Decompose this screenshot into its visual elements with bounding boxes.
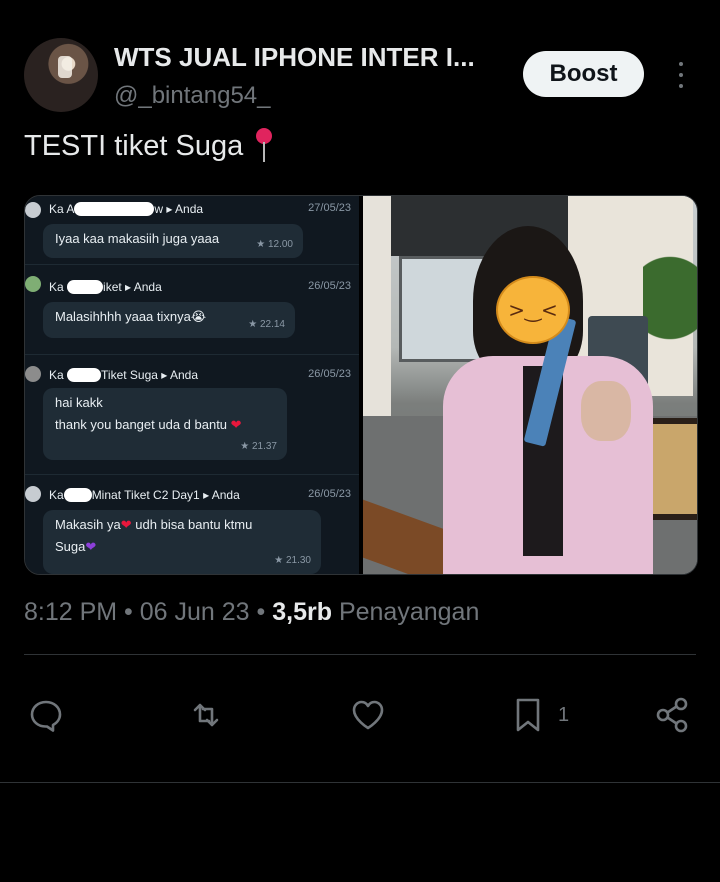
- red-heart-icon: ❤: [230, 417, 242, 432]
- tweet-meta: 8:12 PM • 06 Jun 23 • 3,5rb Penayangan: [24, 598, 479, 627]
- chat-item: Ka A w ▸ Anda 27/05/23 Iyaa kaa makasiih …: [25, 196, 359, 264]
- more-options-icon[interactable]: [674, 62, 688, 88]
- tweet-header: WTS JUAL IPHONE INTER I... @_bintang54_ …: [24, 38, 704, 114]
- chat-avatar: [25, 486, 41, 502]
- chat-message: Malasihhhh yaaa tixnya😭: [55, 309, 207, 324]
- chat-date: 26/05/23: [308, 280, 351, 292]
- views-label: Penayangan: [338, 598, 480, 626]
- tweet-actions: 1: [24, 690, 696, 740]
- chat-message: Iyaa kaa makasiih juga yaaa: [55, 231, 220, 246]
- avatar[interactable]: [24, 38, 98, 112]
- chat-name-suffix: iket ▸ Anda: [103, 280, 162, 294]
- chat-item: Ka Tiket Suga ▸ Anda 26/05/23 hai kakk t…: [25, 360, 359, 472]
- repost-button[interactable]: [186, 690, 226, 740]
- tweet-media[interactable]: Ka A w ▸ Anda 27/05/23 Iyaa kaa makasiih …: [24, 195, 698, 575]
- share-button[interactable]: [652, 690, 692, 740]
- chat-item: Ka Minat Tiket C2 Day1 ▸ Anda 26/05/23 Ma…: [25, 480, 359, 574]
- chat-date: 26/05/23: [308, 488, 351, 500]
- red-heart-icon: ❤: [120, 517, 132, 532]
- chat-message: thank you banget uda d bantu: [55, 417, 228, 432]
- chat-name-prefix: Ka: [49, 280, 64, 294]
- chat-time: ★ 21.37: [240, 441, 277, 452]
- chat-time: ★ 21.30: [274, 555, 311, 566]
- tweet-text-content: TESTI tiket Suga: [24, 129, 244, 162]
- chat-name-suffix: w ▸ Anda: [154, 202, 204, 216]
- ticket-photo[interactable]: >‿<: [363, 196, 697, 574]
- bookmark-icon: [516, 698, 540, 732]
- purple-heart-icon: ❤: [85, 539, 97, 554]
- tweet-text: TESTI tiket Suga: [24, 128, 275, 164]
- chat-avatar: [25, 366, 41, 382]
- chat-time: ★ 22.14: [248, 319, 285, 330]
- chat-time: ★ 12.00: [256, 239, 293, 250]
- face-cover-emoji-icon: >‿<: [496, 276, 570, 344]
- chat-avatar: [25, 276, 41, 292]
- bookmark-button[interactable]: 1: [508, 690, 569, 740]
- heart-icon: [352, 700, 384, 730]
- views-count: 3,5rb: [272, 598, 332, 626]
- chat-bubble: Iyaa kaa makasiih juga yaaa ★ 12.00: [43, 224, 303, 258]
- reply-button[interactable]: [26, 690, 66, 740]
- chat-message: hai kakk: [55, 395, 103, 410]
- display-name[interactable]: WTS JUAL IPHONE INTER I...: [114, 42, 504, 73]
- share-nodes-icon: [656, 697, 688, 733]
- chat-date: 26/05/23: [308, 368, 351, 380]
- chat-message: Suga: [55, 539, 86, 554]
- chat-screenshot[interactable]: Ka A w ▸ Anda 27/05/23 Iyaa kaa makasiih …: [25, 196, 359, 574]
- chat-message: udh bisa bantu ktmu: [135, 517, 253, 532]
- chat-name-prefix: Ka A: [49, 202, 75, 216]
- user-handle[interactable]: @_bintang54_: [114, 82, 271, 110]
- chat-name-suffix: Tiket Suga ▸ Anda: [101, 368, 199, 382]
- like-button[interactable]: [348, 690, 388, 740]
- round-pushpin-icon: [253, 128, 275, 164]
- chat-bubble: Makasih ya❤ udh bisa bantu ktmu Suga❤ ★ …: [43, 510, 321, 574]
- chat-avatar: [25, 202, 41, 218]
- chat-name-suffix: Minat Tiket C2 Day1 ▸ Anda: [91, 488, 240, 502]
- boost-button[interactable]: Boost: [523, 51, 644, 97]
- bookmark-count: 1: [558, 703, 570, 726]
- chat-name-prefix: Ka: [49, 368, 64, 382]
- chat-bubble: Malasihhhh yaaa tixnya😭 ★ 22.14: [43, 302, 295, 338]
- chat-name-prefix: Ka: [49, 488, 64, 502]
- chat-bubble: hai kakk thank you banget uda d bantu ❤ …: [43, 388, 287, 460]
- tweet-timestamp[interactable]: 8:12 PM • 06 Jun 23 •: [24, 598, 265, 626]
- repost-arrows-icon: [193, 703, 219, 727]
- speech-bubble-icon: [30, 700, 62, 732]
- chat-item: Ka iket ▸ Anda 26/05/23 Malasihhhh yaaa …: [25, 270, 359, 350]
- chat-message: Makasih ya: [55, 517, 121, 532]
- chat-date: 27/05/23: [308, 202, 351, 214]
